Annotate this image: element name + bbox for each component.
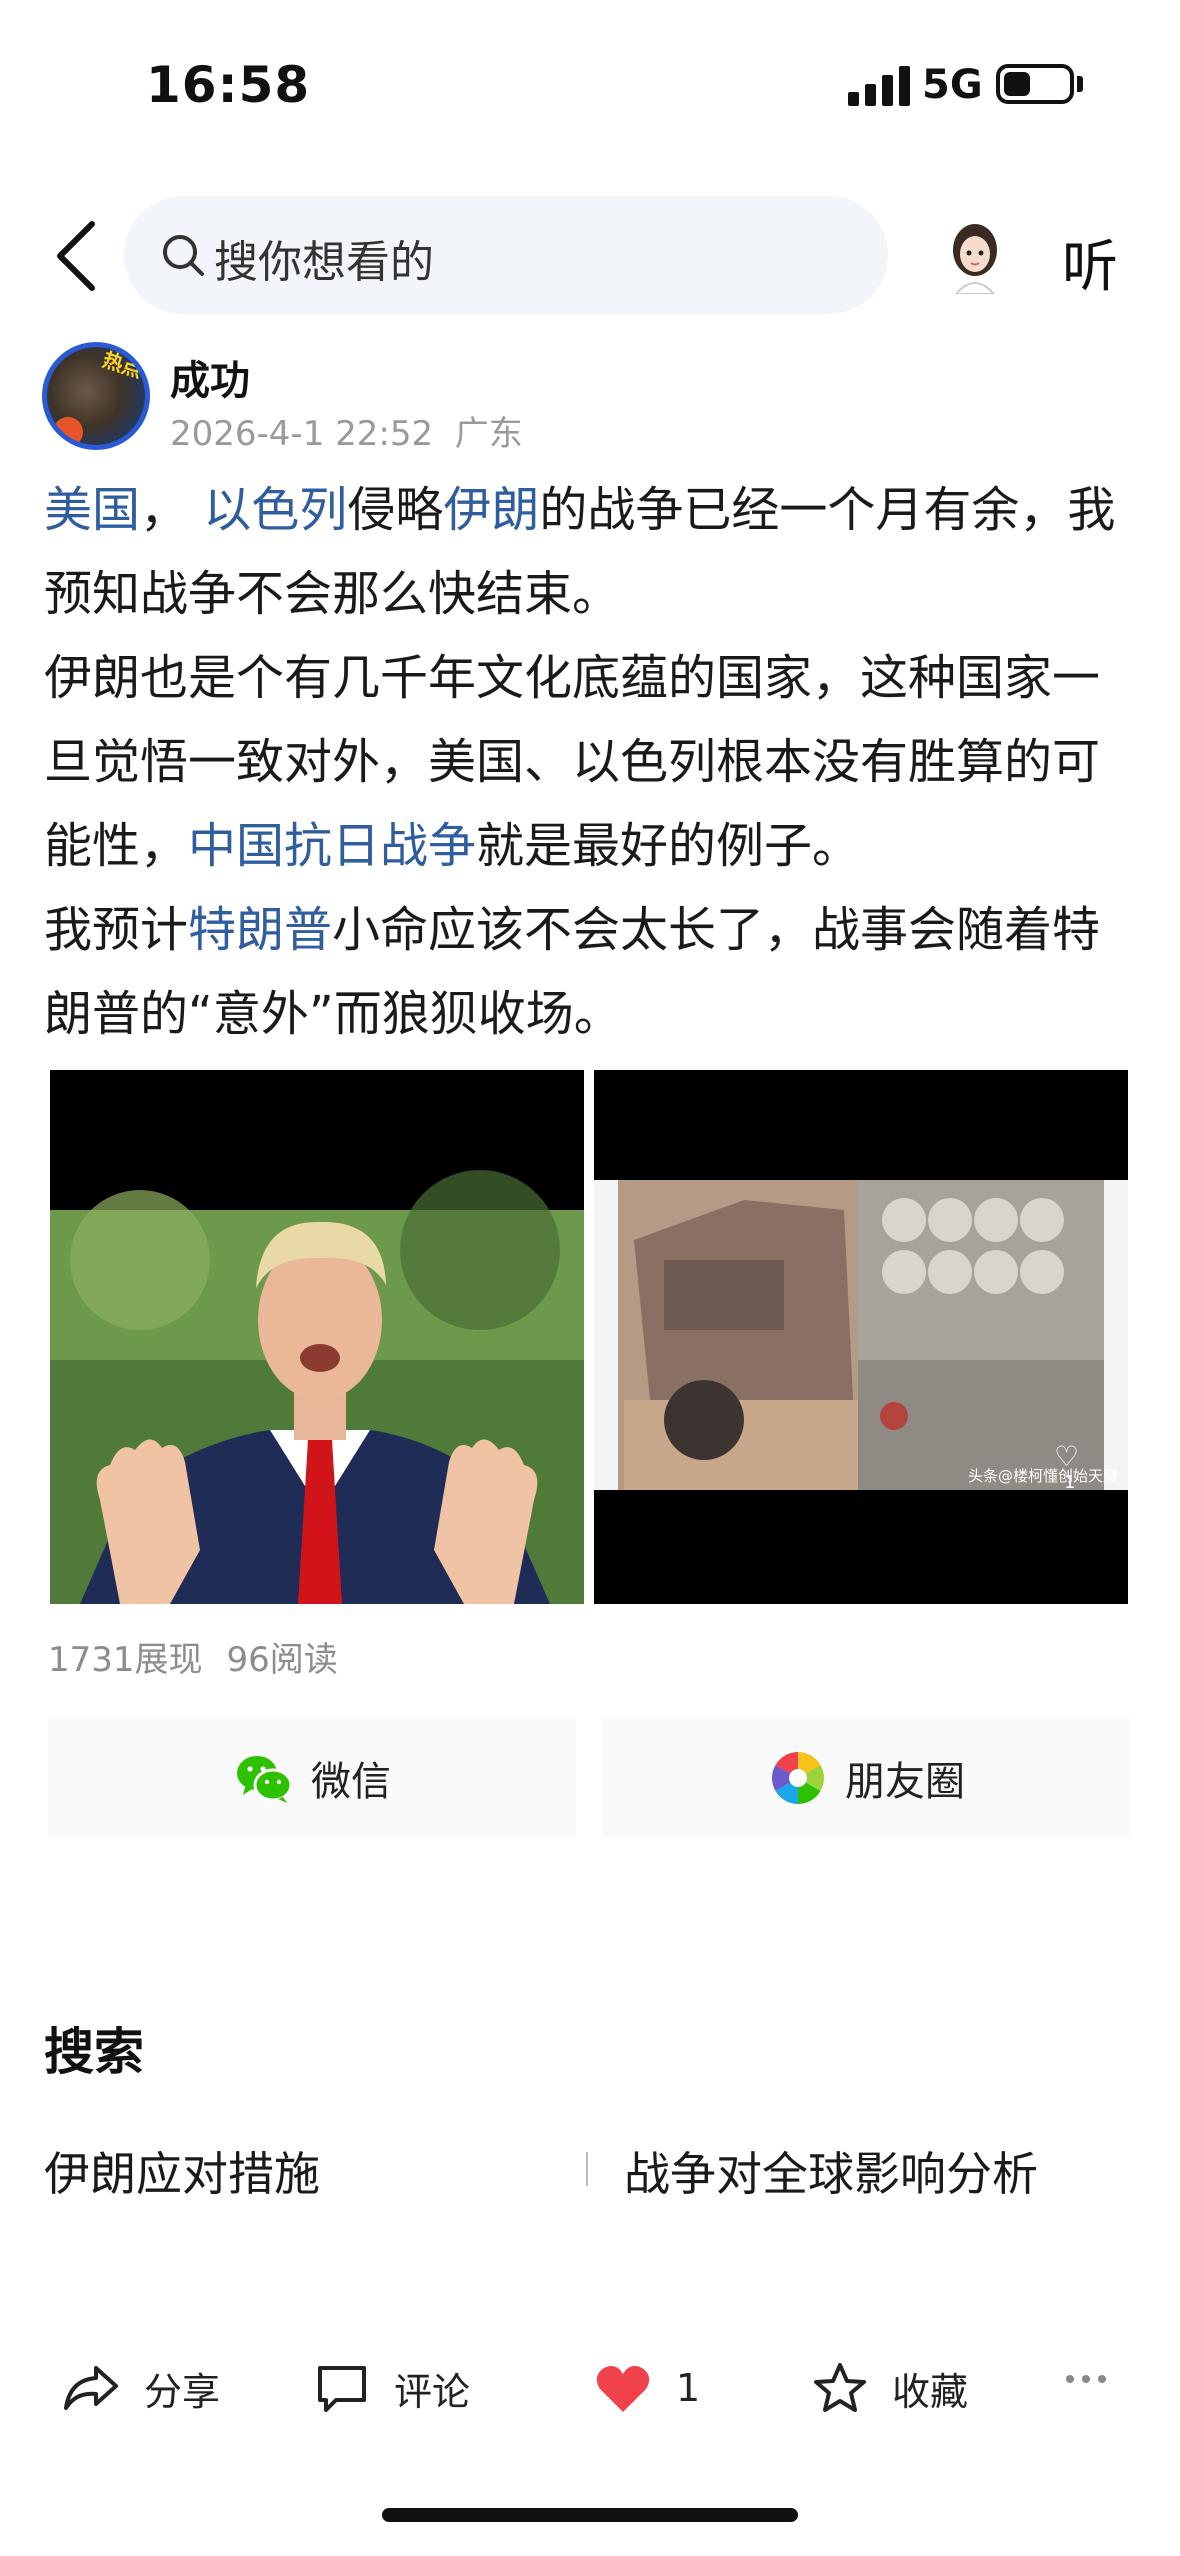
comment-label: 评论 xyxy=(394,2369,471,2414)
search-section-title: 搜索 xyxy=(44,2023,144,2081)
battery-cap xyxy=(1077,76,1083,92)
text: 我预计 xyxy=(44,902,189,958)
signal-icon xyxy=(848,66,912,106)
photo-person xyxy=(50,1070,584,1604)
status-time: 16:58 xyxy=(146,56,311,114)
topic-link-war[interactable]: 中国抗日战争 xyxy=(188,818,476,874)
divider xyxy=(586,2152,588,2186)
author-avatar[interactable]: 热点 xyxy=(42,342,150,450)
home-indicator[interactable] xyxy=(382,2508,798,2522)
topic-link-usa[interactable]: 美国 xyxy=(44,482,140,538)
paragraph-1: 美国， 以色列侵略伊朗的战争已经一个月有余，我预知战争不会那么快结束。 xyxy=(44,468,1144,636)
back-icon[interactable] xyxy=(46,216,110,296)
listen-button[interactable]: 听 xyxy=(1062,222,1118,303)
share-moments-label: 朋友圈 xyxy=(845,1759,965,1805)
photo-vehicle: ♡ 1 头条@楼柯懂创始天魔 xyxy=(594,1180,1128,1493)
paragraph-2: 伊朗也是个有几千年文化底蕴的国家，这种国家一旦觉悟一致对外，美国、以色列根本没有… xyxy=(44,636,1144,888)
image-watermark: 头条@楼柯懂创始天魔 xyxy=(967,1467,1118,1485)
topic-link-iran[interactable]: 伊朗 xyxy=(443,482,539,538)
reads-count: 96阅读 xyxy=(226,1640,338,1680)
post-timestamp: 2026-4-1 22:52 xyxy=(170,414,434,454)
topic-link-trump[interactable]: 特朗普 xyxy=(188,902,332,958)
battery-icon xyxy=(996,64,1074,104)
share-wechat-button[interactable]: 微信 xyxy=(48,1718,576,1838)
like-count: 1 xyxy=(676,2366,701,2410)
share-icon xyxy=(64,2366,118,2410)
share-button[interactable]: 分享 xyxy=(62,2348,220,2428)
search-input[interactable]: 搜你想看的 xyxy=(124,196,888,314)
share-wechat-label: 微信 xyxy=(311,1759,391,1805)
post-stats: 1731展现 96阅读 xyxy=(48,1632,338,1681)
heart-icon xyxy=(596,2366,650,2412)
search-suggestion[interactable]: 战争对全球影响分析 xyxy=(624,2138,1038,2204)
share-label: 分享 xyxy=(144,2369,221,2414)
star-icon xyxy=(814,2363,866,2412)
topic-link-israel[interactable]: 以色列 xyxy=(203,482,347,538)
network-type: 5G xyxy=(922,62,983,108)
favorite-label: 收藏 xyxy=(892,2369,969,2414)
like-button[interactable]: 1 xyxy=(594,2348,700,2428)
more-icon[interactable] xyxy=(1064,2372,1108,2386)
assistant-avatar-icon[interactable] xyxy=(942,216,1008,294)
views-count: 1731展现 xyxy=(48,1640,203,1680)
post-image-2[interactable]: ♡ 1 头条@楼柯懂创始天魔 xyxy=(594,1070,1128,1604)
comment-button[interactable]: 评论 xyxy=(314,2348,470,2428)
avatar-badge-text: 热点 xyxy=(99,347,146,383)
search-icon xyxy=(163,235,204,276)
wechat-icon xyxy=(237,1756,293,1803)
author-name[interactable]: 成功 xyxy=(170,348,250,406)
search-suggestion[interactable]: 伊朗应对措施 xyxy=(44,2138,320,2204)
search-placeholder: 搜你想看的 xyxy=(214,237,434,288)
moments-icon xyxy=(772,1752,824,1804)
favorite-button[interactable]: 收藏 xyxy=(812,2348,968,2428)
post-location: 广东 xyxy=(454,414,523,454)
post-body: 美国， 以色列侵略伊朗的战争已经一个月有余，我预知战争不会那么快结束。 伊朗也是… xyxy=(44,468,1144,1056)
flame-icon xyxy=(53,417,83,445)
paragraph-3: 我预计特朗普小命应该不会太长了，战事会随着特朗普的“意外”而狼狈收场。 xyxy=(44,888,1144,1056)
text: 就是最好的例子。 xyxy=(476,818,861,874)
author-meta: 2026-4-1 22:52 广东 xyxy=(170,406,523,455)
text: 侵略 xyxy=(347,482,444,538)
status-bar: 16:58 5G xyxy=(0,0,1180,170)
comment-icon xyxy=(318,2366,366,2412)
text: ， xyxy=(140,482,189,538)
post-image-1[interactable] xyxy=(50,1070,584,1604)
share-moments-button[interactable]: 朋友圈 xyxy=(602,1718,1130,1838)
